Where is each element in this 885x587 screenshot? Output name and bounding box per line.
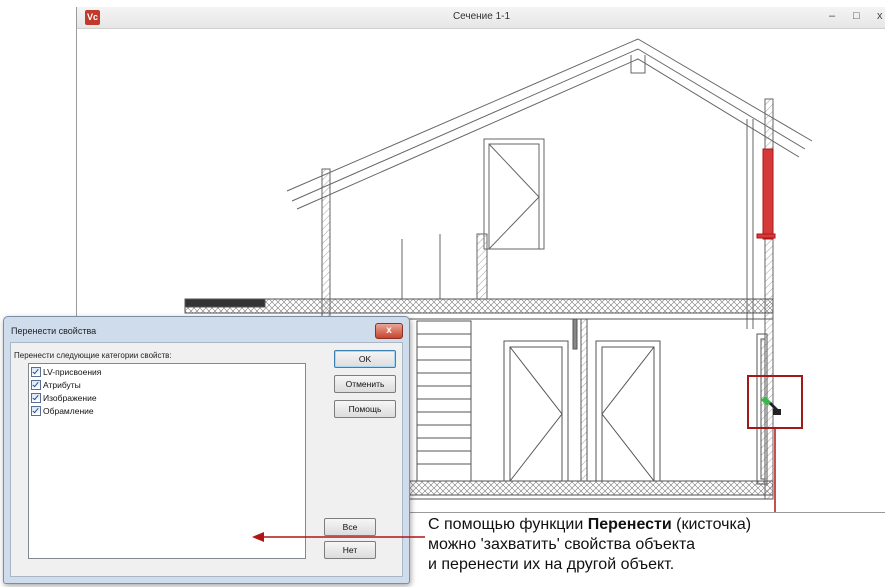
annotation-line-2: можно 'захватить' свойства объекта [428,536,695,553]
annotation-arrows [252,532,425,542]
annotation-line-3: и перенести их на другой объект. [428,556,675,573]
annotation-line-1: С помощью функции Перенести (кисточка) [428,516,752,533]
annotation-text: С помощью функции Перенести (кисточка) м… [428,515,751,575]
